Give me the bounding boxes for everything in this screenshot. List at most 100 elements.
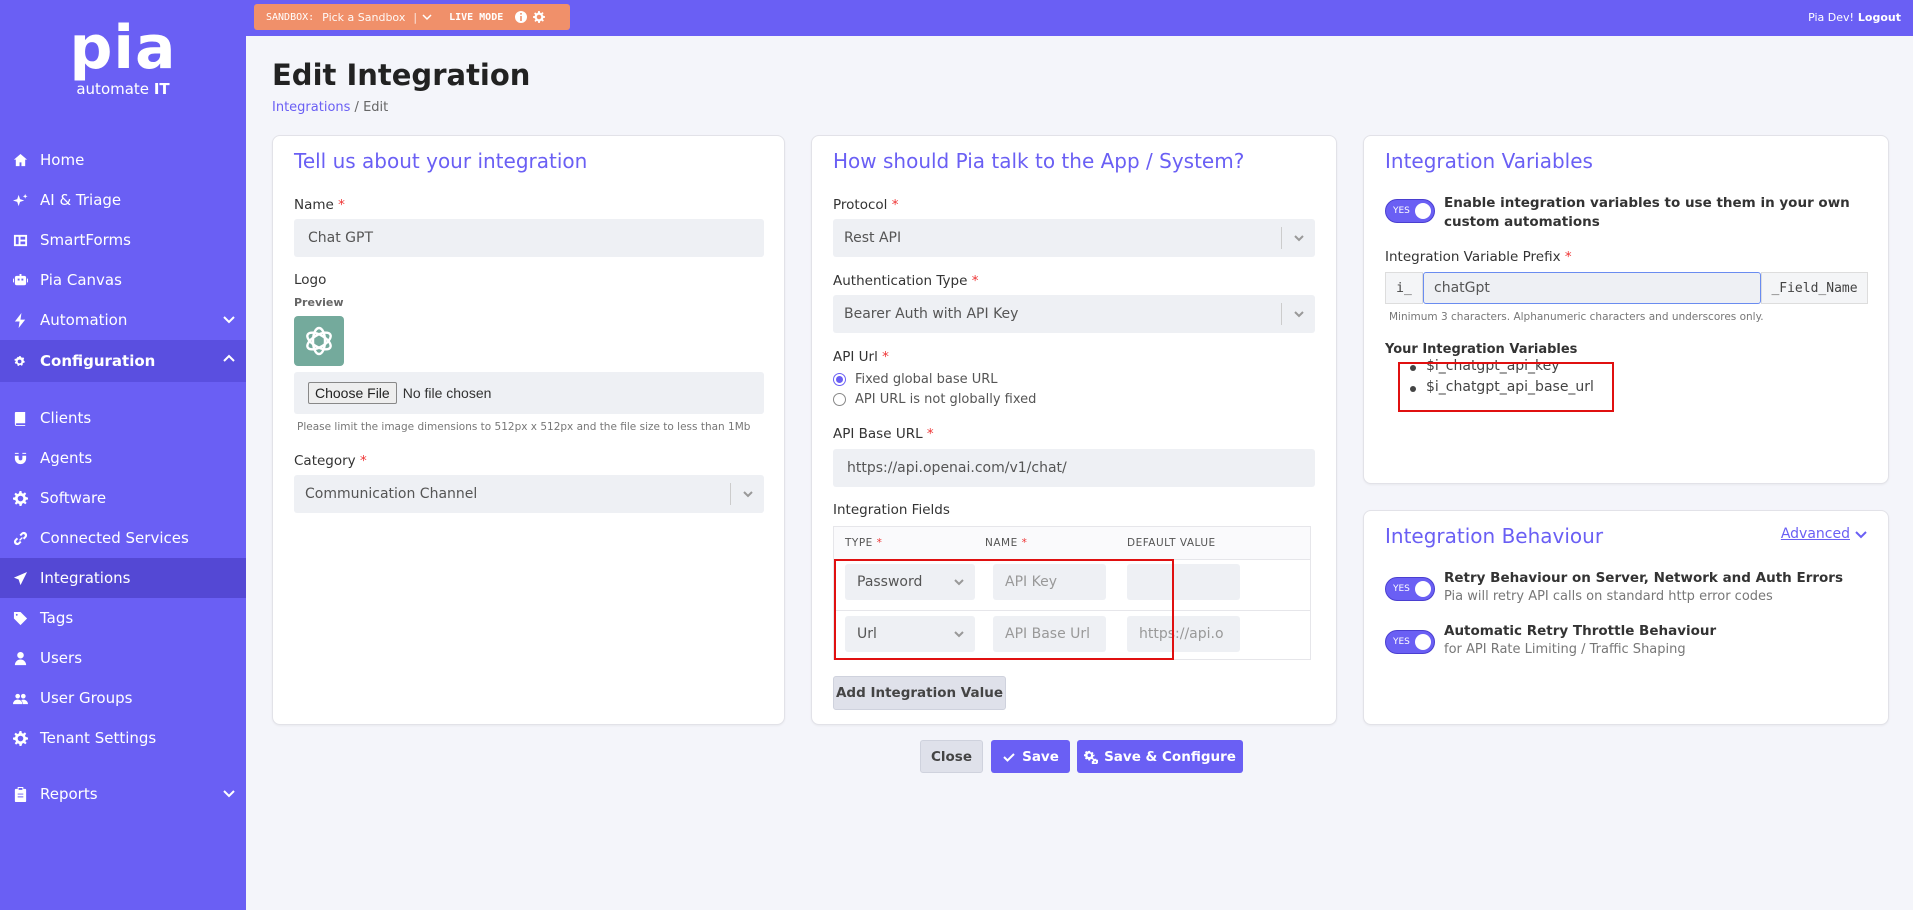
retry-toggle[interactable]: YES xyxy=(1385,577,1435,601)
link-icon xyxy=(12,530,28,546)
sidebar-item-pia-canvas[interactable]: Pia Canvas xyxy=(0,260,246,300)
sidebar-item-user-groups[interactable]: User Groups xyxy=(0,678,246,718)
sidebar-item-tags[interactable]: Tags xyxy=(0,598,246,638)
gear-icon[interactable] xyxy=(533,11,546,23)
card-heading: How should Pia talk to the App / System? xyxy=(833,149,1245,173)
choose-file-button[interactable]: Choose File xyxy=(308,382,397,404)
sparkle-icon xyxy=(12,192,28,208)
radio-fixed-base-url[interactable]: Fixed global base URL xyxy=(833,372,998,387)
info-icon[interactable] xyxy=(515,11,528,23)
logo-label: Logo xyxy=(294,272,327,288)
cogs-icon xyxy=(1084,750,1099,764)
sidebar-item-label: User Groups xyxy=(40,689,133,707)
base-url-label: API Base URL * xyxy=(833,426,934,442)
user-icon xyxy=(12,650,28,666)
sidebar-item-ai-triage[interactable]: AI & Triage xyxy=(0,180,246,220)
throttle-toggle[interactable]: YES xyxy=(1385,630,1435,654)
sidebar-item-configuration[interactable]: Configuration xyxy=(0,340,246,382)
enable-variables-toggle[interactable]: YES xyxy=(1385,199,1435,223)
chevron-up-icon xyxy=(222,352,236,366)
toggle-knob xyxy=(1415,203,1431,219)
sidebar-item-label: Pia Canvas xyxy=(40,271,122,289)
radio-label: API URL is not globally fixed xyxy=(855,392,1037,407)
form-icon xyxy=(12,232,28,248)
save-button[interactable]: Save xyxy=(991,740,1070,773)
protocol-value: Rest API xyxy=(844,230,902,246)
radio-label: Fixed global base URL xyxy=(855,372,998,387)
sidebar-item-agents[interactable]: Agents xyxy=(0,438,246,478)
sandbox-dropdown[interactable]: Pick a Sandbox xyxy=(322,11,405,24)
chevron-down-icon xyxy=(222,786,236,800)
users-icon xyxy=(12,690,28,706)
save-label: Save xyxy=(1022,748,1059,765)
sidebar-item-label: Software xyxy=(40,489,107,507)
sidebar-item-label: Connected Services xyxy=(40,529,189,547)
logo-text: pia xyxy=(69,13,177,83)
toggle-label: YES xyxy=(1393,637,1410,647)
integration-behaviour-card: Integration Behaviour Advanced YES Retry… xyxy=(1363,510,1889,725)
save-configure-button[interactable]: Save & Configure xyxy=(1077,740,1243,773)
logout-link[interactable]: Logout xyxy=(1858,11,1901,24)
sidebar-item-integrations[interactable]: Integrations xyxy=(0,558,246,598)
chevron-down-icon xyxy=(1281,227,1315,249)
retry-subtitle: Pia will retry API calls on standard htt… xyxy=(1444,589,1773,604)
sidebar-item-label: Automation xyxy=(40,311,128,329)
table-header xyxy=(834,527,1310,559)
auth-type-label: Authentication Type * xyxy=(833,273,979,289)
tag-icon xyxy=(12,610,28,626)
openai-logo-preview xyxy=(294,316,344,366)
chevron-down-icon[interactable] xyxy=(421,11,433,23)
send-icon xyxy=(12,570,28,586)
sidebar-item-label: SmartForms xyxy=(40,231,131,249)
base-url-input[interactable]: https://api.openai.com/v1/chat/ xyxy=(833,449,1315,487)
openai-icon xyxy=(306,326,332,356)
category-select[interactable]: Communication Channel xyxy=(294,475,764,513)
toggle-knob xyxy=(1415,581,1431,597)
user-name[interactable]: Pia Dev! xyxy=(1808,11,1854,24)
add-integration-value-button[interactable]: Add Integration Value xyxy=(833,676,1006,710)
breadcrumb-integrations-link[interactable]: Integrations xyxy=(272,100,350,115)
robot-icon xyxy=(12,272,28,288)
preview-label: Preview xyxy=(294,296,344,309)
prefix-input[interactable]: chatGpt xyxy=(1423,272,1761,304)
sidebar-item-clients[interactable]: Clients xyxy=(0,398,246,438)
advanced-label: Advanced xyxy=(1780,526,1850,542)
sidebar-item-users[interactable]: Users xyxy=(0,638,246,678)
radio-selected[interactable] xyxy=(833,373,846,386)
card-heading: Tell us about your integration xyxy=(294,149,588,173)
chevron-down-icon xyxy=(1855,531,1867,539)
sidebar-item-smartforms[interactable]: SmartForms xyxy=(0,220,246,260)
sidebar-item-automation[interactable]: Automation xyxy=(0,300,246,340)
book-icon xyxy=(12,410,28,426)
protocol-label: Protocol * xyxy=(833,197,899,213)
sidebar-item-label: Clients xyxy=(40,409,92,427)
throttle-title: Automatic Retry Throttle Behaviour xyxy=(1444,623,1717,639)
sidebar-item-connected-services[interactable]: Connected Services xyxy=(0,518,246,558)
col-name-header: NAME * xyxy=(985,537,1028,549)
your-variables-label: Your Integration Variables xyxy=(1385,342,1578,357)
name-input[interactable]: Chat GPT xyxy=(294,219,764,257)
integration-details-card: Tell us about your integration Name * Ch… xyxy=(272,135,785,725)
page-title: Edit Integration xyxy=(272,58,531,92)
save-configure-label: Save & Configure xyxy=(1104,748,1236,765)
integration-variables-card: Integration Variables YES Enable integra… xyxy=(1363,135,1889,484)
category-label: Category * xyxy=(294,453,367,469)
toggle-knob xyxy=(1415,634,1431,650)
sandbox-selector[interactable]: SANDBOX: Pick a Sandbox | LIVE MODE xyxy=(254,4,570,30)
auth-type-select[interactable]: Bearer Auth with API Key xyxy=(833,295,1315,333)
enable-variables-text: Enable integration variables to use them… xyxy=(1444,195,1850,230)
sidebar-item-label: Tenant Settings xyxy=(40,729,157,747)
sidebar-item-reports[interactable]: Reports xyxy=(0,774,246,814)
protocol-select[interactable]: Rest API xyxy=(833,219,1315,257)
sidebar-item-label: Users xyxy=(40,649,83,667)
sidebar-item-tenant-settings[interactable]: Tenant Settings xyxy=(0,718,246,758)
sidebar-item-software[interactable]: Software xyxy=(0,478,246,518)
advanced-toggle[interactable]: Advanced xyxy=(1781,526,1868,542)
radio-unselected[interactable] xyxy=(833,393,846,406)
sidebar-item-home[interactable]: Home xyxy=(0,140,246,180)
logo-file-input[interactable]: Choose File No file chosen xyxy=(294,372,764,414)
brand-logo[interactable]: pia automate IT xyxy=(0,18,246,98)
radio-not-fixed-url[interactable]: API URL is not globally fixed xyxy=(833,392,1036,407)
close-button[interactable]: Close xyxy=(920,740,983,773)
